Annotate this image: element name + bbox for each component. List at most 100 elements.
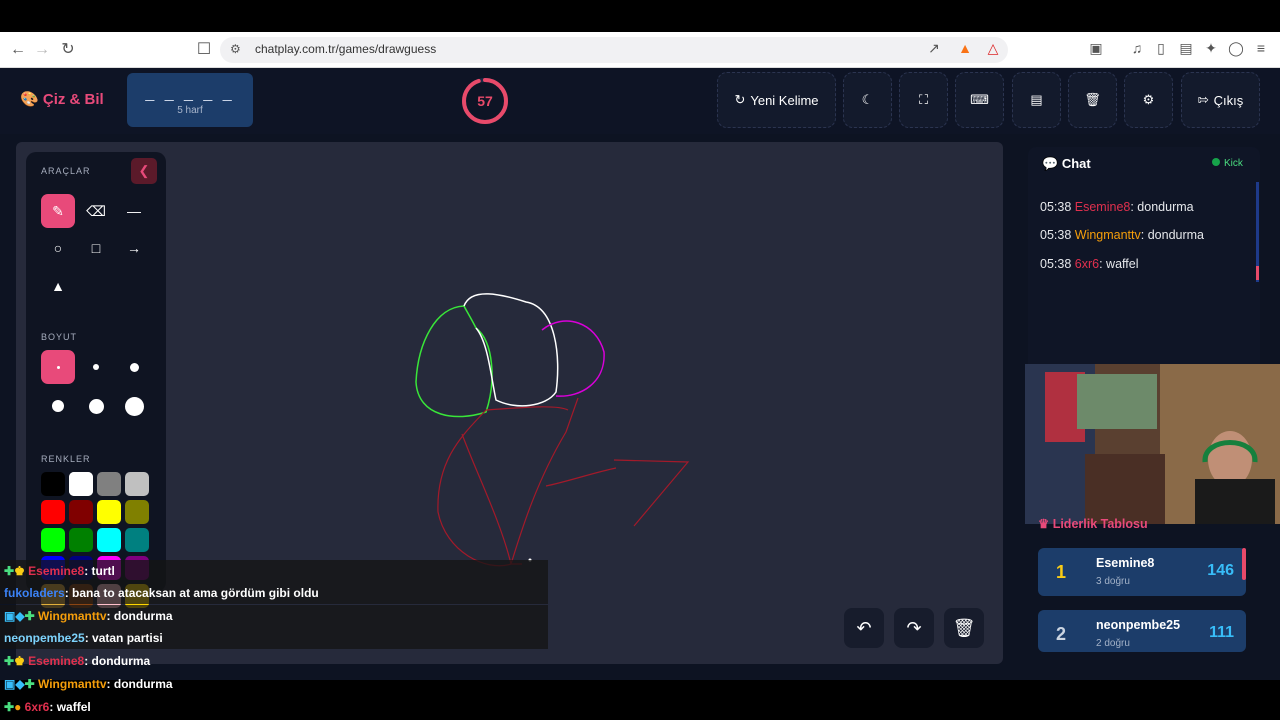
line-tool[interactable]: — (117, 194, 151, 228)
leaderboard: ♛ Liderlik Tablosu 1 Esemine8 3 doğru 14… (1028, 500, 1260, 690)
clear-canvas-button[interactable]: 🗑 (944, 608, 984, 648)
theme-button[interactable]: ☾ (843, 72, 892, 128)
size-m[interactable] (117, 350, 151, 384)
chat-title: 💬 Chat (1042, 156, 1091, 171)
exit-button[interactable]: ⇰ Çıkış (1181, 72, 1260, 128)
wallet-icon[interactable]: ▤ (1176, 40, 1196, 57)
undo-button[interactable]: ↶ (844, 608, 884, 648)
menu-icon[interactable]: ≡ (1251, 40, 1271, 56)
color-swatch[interactable] (125, 528, 149, 552)
size-s[interactable] (79, 350, 113, 384)
color-swatch[interactable] (69, 500, 93, 524)
size-dot (56, 365, 60, 369)
badge-icon: ▣ (4, 609, 16, 623)
color-swatch[interactable] (97, 472, 121, 496)
share-icon[interactable]: ↗ (924, 40, 944, 57)
url-text[interactable]: chatplay.com.tr/games/drawguess (255, 42, 436, 56)
badge-icon: ▣ (4, 677, 16, 691)
arrow-tool[interactable]: → (117, 231, 151, 265)
fill-tool[interactable]: ▲ (41, 269, 75, 303)
crown-icon: ♛ (1038, 517, 1050, 531)
fullscreen-button[interactable]: ⛶ (899, 72, 948, 128)
moon-icon: ☾ (861, 92, 874, 107)
rectangle-tool[interactable]: □ (79, 231, 113, 265)
size-dot (88, 398, 104, 414)
sidebar-icon[interactable]: ▯ (1151, 40, 1171, 57)
reader-icon[interactable]: ▣ (1086, 40, 1106, 57)
kick-status: Kick (1212, 158, 1243, 169)
eraser-tool[interactable]: ⌫ (79, 194, 113, 228)
size-l[interactable] (41, 389, 75, 423)
circle-tool[interactable]: ○ (41, 231, 75, 265)
keyboard-button[interactable]: ⌨ (955, 72, 1004, 128)
archive-button[interactable]: ▤ (1012, 72, 1061, 128)
color-swatch[interactable] (41, 500, 65, 524)
color-swatch[interactable] (41, 472, 65, 496)
size-dot (124, 396, 144, 416)
site-settings-icon[interactable]: ⚙ (230, 42, 241, 56)
logo-text: Çiz & Bil (42, 91, 104, 108)
trash-icon: 🗑 (952, 617, 976, 638)
size-xs[interactable] (41, 350, 75, 384)
rewards-icon[interactable]: △ (983, 40, 1003, 57)
size-xl[interactable] (79, 389, 113, 423)
back-icon[interactable]: ← (8, 40, 28, 60)
brush-tool[interactable]: ✎ (41, 194, 75, 228)
badge-icon: ◆ (15, 677, 25, 691)
player-name: neonpembe25 (1096, 618, 1181, 632)
word-dashes: _ _ _ _ _ (145, 85, 235, 102)
color-swatch[interactable] (69, 472, 93, 496)
reload-icon[interactable]: ↻ (58, 40, 78, 60)
correct-count: 2 doğru (1096, 638, 1130, 649)
color-swatch[interactable] (125, 500, 149, 524)
overlay-message: ▣◆✚ Wingmanttv: dondurma (4, 677, 173, 691)
tools-label: ARAÇLAR (41, 166, 91, 176)
settings-button[interactable]: ⚙ (1124, 72, 1173, 128)
leaderboard-scroll-thumb[interactable] (1242, 548, 1246, 580)
line-icon: — (127, 203, 141, 219)
chat-scrollbar-thumb[interactable] (1256, 266, 1259, 280)
size-xxl[interactable] (117, 389, 151, 423)
undo-icon: ↶ (856, 617, 872, 638)
leo-icon[interactable]: ✦ (1201, 40, 1221, 57)
player-score: 146 (1207, 562, 1234, 579)
overlay-message: fukoladers: bana to atacaksan at ama gör… (0, 582, 548, 604)
brush-icon: ✎ (52, 202, 64, 219)
bookmark-icon[interactable]: ☐ (194, 40, 214, 60)
clear-button[interactable]: 🗑 (1068, 72, 1117, 128)
color-swatch[interactable] (69, 528, 93, 552)
color-swatch[interactable] (97, 528, 121, 552)
badge-icon: ✚ (4, 700, 15, 714)
new-word-button[interactable]: ↻ Yeni Kelime (717, 72, 836, 128)
correct-count: 3 doğru (1096, 576, 1130, 587)
arrow-icon: → (127, 240, 141, 256)
archive-icon: ▤ (1030, 92, 1043, 107)
color-swatch[interactable] (97, 500, 121, 524)
eraser-icon: ⌫ (86, 202, 106, 219)
brave-shield-icon[interactable]: ▲ (955, 40, 975, 56)
badge-icon: ✚ (24, 677, 35, 691)
collapse-button[interactable]: ❮ (131, 158, 157, 184)
palette-icon: 🎨 (20, 91, 39, 108)
rank: 1 (1056, 562, 1067, 582)
gear-icon: ⚙ (1142, 92, 1155, 107)
color-swatch[interactable] (125, 472, 149, 496)
overlay-message: ▣◆✚ Wingmanttv: dondurma (0, 605, 548, 627)
circle-icon: ○ (53, 240, 63, 256)
colors-label: RENKLER (41, 454, 91, 464)
size-dot (52, 400, 64, 412)
vpn-icon[interactable]: ◯ (1226, 40, 1246, 57)
chevron-left-icon: ❮ (138, 163, 150, 178)
overlay-message: neonpembe25: vatan partisi (0, 627, 548, 649)
badge-icon: ● (14, 700, 22, 714)
badge-icon: ♚ (14, 564, 25, 578)
word-hint-box: _ _ _ _ _ 5 harf (127, 73, 253, 127)
timer-value: 57 (477, 93, 493, 109)
music-icon[interactable]: ♫ (1127, 40, 1147, 56)
forward-icon[interactable]: → (32, 40, 52, 60)
word-length: 5 harf (177, 105, 203, 116)
color-swatch[interactable] (41, 528, 65, 552)
chat-message: 05:38 Esemine8: dondurma (1040, 200, 1194, 214)
redo-button[interactable]: ↷ (894, 608, 934, 648)
badge-icon: ◆ (15, 609, 25, 623)
